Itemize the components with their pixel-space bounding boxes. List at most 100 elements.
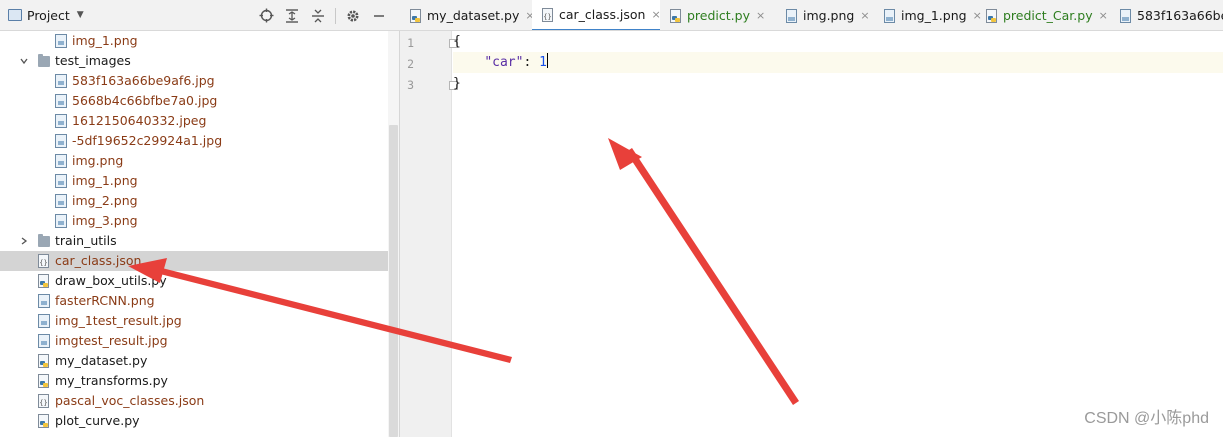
editor-tab[interactable]: img.png × [776, 0, 874, 30]
svg-text:{}: {} [39, 399, 47, 407]
watermark: CSDN @小陈phd [1084, 410, 1209, 427]
python-file-icon [410, 8, 422, 23]
project-tool-window: Project ▼ img_1.png test_images 583f163a66… [0, 0, 400, 437]
tree-item-label: img.png [72, 153, 124, 168]
image-file-icon [55, 94, 67, 108]
code-line-2[interactable]: "car": 1 [453, 52, 1223, 73]
chevron-down-icon[interactable]: ▼ [77, 10, 84, 20]
python-file-icon [38, 354, 50, 368]
tree-folder-row[interactable]: test_images [0, 51, 388, 71]
image-file-icon [55, 114, 67, 128]
tree-item-label: my_dataset.py [55, 353, 148, 368]
code-editor[interactable]: { "car": 1 } [453, 31, 1223, 437]
close-icon[interactable]: × [756, 9, 765, 22]
image-file-icon [55, 214, 67, 228]
tree-file-row[interactable]: 583f163a66be9af6.jpg [0, 71, 388, 91]
folder-icon [38, 234, 50, 247]
gear-icon[interactable] [340, 0, 366, 31]
project-tree: img_1.png test_images 583f163a66be9af6.jpg… [0, 31, 388, 437]
tree-file-row[interactable]: -5df19652c29924a1.jpg [0, 131, 388, 151]
tree-file-row[interactable]: {} pascal_voc_classes.json [0, 391, 388, 411]
project-header: Project ▼ [0, 0, 400, 31]
project-toolbar [253, 0, 392, 31]
python-file-icon [670, 8, 682, 23]
tree-item-label: pascal_voc_classes.json [55, 393, 205, 408]
project-icon [8, 9, 22, 21]
close-brace: } [453, 76, 461, 91]
python-file-icon [38, 414, 50, 428]
tree-item-label: 1612150640332.jpeg [72, 113, 207, 128]
code-line-1[interactable]: { [453, 31, 1223, 52]
code-line-3[interactable]: } [453, 73, 1223, 94]
collapse-all-icon[interactable] [305, 0, 331, 31]
tree-file-row[interactable]: img_3.png [0, 211, 388, 231]
tab-label: 583f163a66be9 [1137, 8, 1223, 23]
tree-item-label: car_class.json [55, 253, 142, 268]
line-number: 2 [407, 57, 414, 71]
minimize-icon[interactable] [366, 0, 392, 31]
tree-item-label: img_1test_result.jpg [55, 313, 182, 328]
python-file-icon [38, 274, 50, 288]
scrollbar-thumb[interactable] [389, 125, 398, 437]
open-brace: { [453, 34, 461, 49]
image-file-icon [884, 8, 896, 23]
svg-text:{}: {} [543, 13, 551, 21]
tree-file-row[interactable]: {} car_class.json [0, 251, 388, 271]
folder-icon [38, 54, 50, 67]
tree-file-row[interactable]: plot_curve.py [0, 411, 388, 431]
tab-label: predict.py [687, 8, 750, 23]
image-file-icon [1120, 8, 1132, 23]
project-title[interactable]: Project [27, 8, 70, 23]
expand-all-icon[interactable] [279, 0, 305, 31]
image-file-icon [786, 8, 798, 23]
locate-icon[interactable] [253, 0, 279, 31]
close-icon[interactable]: × [1099, 9, 1108, 22]
editor-tab[interactable]: {} car_class.json × [532, 0, 661, 30]
json-file-icon: {} [542, 7, 554, 22]
python-file-icon [986, 8, 998, 23]
image-file-icon [38, 294, 50, 308]
tree-file-row[interactable]: 5668b4c66bfbe7a0.jpg [0, 91, 388, 111]
tree-file-row[interactable]: imgtest_result.jpg [0, 331, 388, 351]
tab-label: my_dataset.py [427, 8, 520, 23]
tree-file-row[interactable]: img_1.png [0, 171, 388, 191]
tree-file-row[interactable]: my_dataset.py [0, 351, 388, 371]
image-file-icon [55, 74, 67, 88]
tree-item-label: img_1.png [72, 173, 138, 188]
line-number: 3 [407, 78, 414, 92]
tree-folder-row[interactable]: train_utils [0, 231, 388, 251]
json-file-icon: {} [38, 254, 50, 268]
python-file-icon [38, 374, 50, 388]
svg-text:{}: {} [39, 259, 47, 267]
editor-tabbar: my_dataset.py ×{} car_class.json × predict.p… [400, 0, 1223, 31]
close-icon[interactable]: × [860, 9, 869, 22]
tree-file-row[interactable]: fasterRCNN.png [0, 291, 388, 311]
image-file-icon [38, 334, 50, 348]
text-caret [546, 53, 548, 68]
json-value: 1 [539, 55, 547, 70]
tree-item-label: 5668b4c66bfbe7a0.jpg [72, 93, 218, 108]
tree-item-label: test_images [55, 53, 131, 68]
tree-item-label: 583f163a66be9af6.jpg [72, 73, 215, 88]
tree-file-row[interactable]: 1612150640332.jpeg [0, 111, 388, 131]
tab-label: img.png [803, 8, 855, 23]
editor-tab[interactable]: my_dataset.py × [400, 0, 535, 30]
editor-tab[interactable]: img_1.png × [874, 0, 982, 30]
tree-file-row[interactable]: img_2.png [0, 191, 388, 211]
editor-tab[interactable]: 583f163a66be9 [1110, 0, 1223, 30]
image-file-icon [38, 314, 50, 328]
tree-file-row[interactable]: img.png [0, 151, 388, 171]
json-colon: : [523, 55, 540, 70]
tab-label: predict_Car.py [1003, 8, 1093, 23]
tree-item-label: my_transforms.py [55, 373, 168, 388]
tree-file-row[interactable]: img_1test_result.jpg [0, 311, 388, 331]
chevron-down-icon[interactable] [18, 51, 30, 71]
editor-tab[interactable]: predict.py × [660, 0, 776, 30]
tree-file-row[interactable]: draw_box_utils.py [0, 271, 388, 291]
tree-item-label: img_3.png [72, 213, 138, 228]
tree-file-row[interactable]: img_1.png [0, 31, 388, 51]
editor-tab[interactable]: predict_Car.py × [976, 0, 1110, 30]
chevron-right-icon[interactable] [18, 231, 30, 251]
json-key: "car" [484, 55, 524, 70]
tree-file-row[interactable]: my_transforms.py [0, 371, 388, 391]
